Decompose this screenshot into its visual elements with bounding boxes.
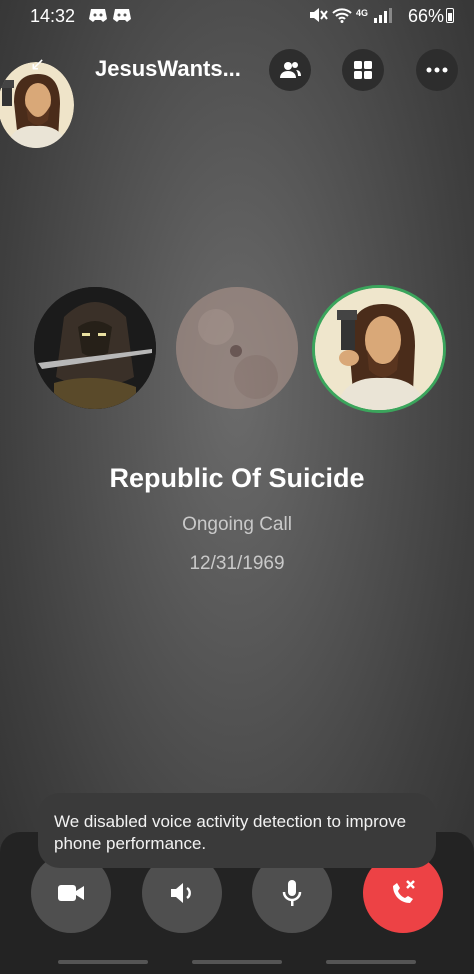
- microphone-icon: [282, 880, 302, 906]
- svg-text:4G: 4G: [356, 8, 368, 18]
- status-bar: 14:32 4G 66%: [0, 0, 474, 34]
- speaker-icon: [171, 883, 191, 903]
- grid-icon: [354, 61, 372, 79]
- wifi-icon: [332, 8, 352, 23]
- participants-icon: [280, 62, 301, 78]
- more-options-button[interactable]: [416, 49, 458, 91]
- participants-button[interactable]: [269, 49, 311, 91]
- discord-icon: [89, 9, 107, 22]
- participant-avatar-speaking[interactable]: [312, 285, 446, 413]
- channel-title: JesusWants...: [95, 56, 241, 81]
- call-channel-name: Republic Of Suicide: [109, 463, 365, 493]
- call-date: 12/31/1969: [189, 553, 285, 574]
- camera-icon: [58, 885, 84, 901]
- status-time: 14:32: [30, 6, 76, 26]
- nav-indicator: [326, 960, 416, 964]
- call-status: Ongoing Call: [182, 514, 292, 535]
- discord-icon: [113, 9, 131, 22]
- battery-percentage: 66%: [407, 6, 444, 26]
- more-icon: [426, 67, 448, 73]
- participant-avatar[interactable]: [176, 287, 298, 409]
- participant-avatar[interactable]: [34, 287, 156, 409]
- grid-view-button[interactable]: [342, 49, 384, 91]
- toast-notification: We disabled voice activity detection to …: [38, 793, 436, 868]
- back-arrow-icon[interactable]: ↙: [30, 54, 45, 75]
- nav-indicator: [58, 960, 148, 964]
- 4g-signal-icon: 4G: [356, 8, 392, 23]
- battery-icon: [446, 8, 454, 23]
- end-call-icon: [393, 880, 415, 903]
- mute-icon: [310, 8, 328, 22]
- nav-indicator: [192, 960, 282, 964]
